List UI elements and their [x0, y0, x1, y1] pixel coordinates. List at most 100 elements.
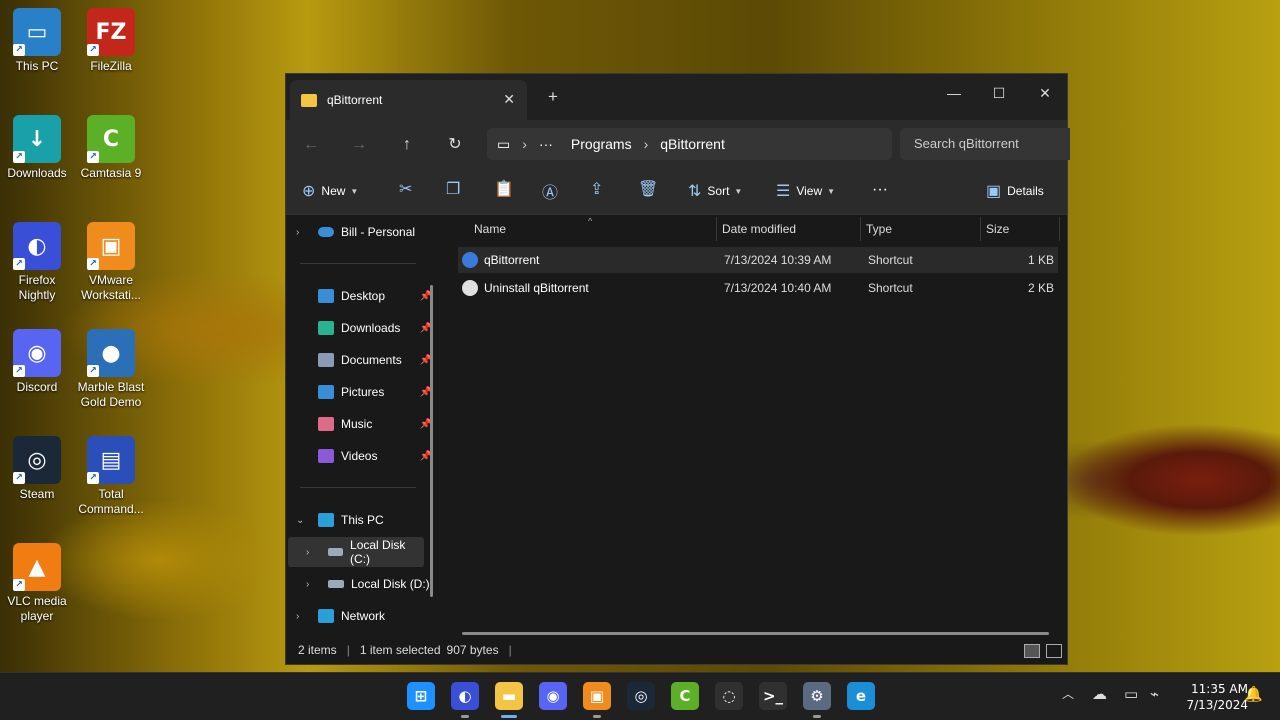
- share-icon[interactable]: ⇪: [590, 179, 603, 199]
- documents-icon: [318, 353, 334, 367]
- desktop-icon-discord[interactable]: ◉ ↗ Discord: [0, 329, 74, 395]
- navigation-pane: › Bill - Personal Desktop 📌 Downloads 📌 Docu…: [286, 215, 442, 636]
- sidebar-item-pictures[interactable]: Pictures 📌: [286, 377, 436, 407]
- new-tab-button[interactable]: +: [548, 87, 558, 107]
- taskbar-terminal-icon[interactable]: >_: [759, 682, 787, 710]
- taskbar-edge-icon[interactable]: e: [847, 682, 875, 710]
- up-button[interactable]: ↑: [392, 130, 422, 160]
- taskbar-firefox-icon[interactable]: ◐: [451, 682, 479, 710]
- selection-count: 1 item selected: [359, 643, 441, 657]
- chevron-right-icon: ›: [522, 136, 527, 152]
- chevron-right-icon: ›: [306, 578, 310, 590]
- file-type: Shortcut: [868, 281, 913, 295]
- taskbar-obs-icon[interactable]: ◌: [715, 682, 743, 710]
- horizontal-scrollbar[interactable]: [462, 632, 1049, 635]
- new-button[interactable]: ⊕ New ▼: [302, 181, 358, 201]
- copy-icon[interactable]: ❐: [446, 179, 460, 199]
- desktop-icon-marble-blast-gold-demo[interactable]: ● ↗ Marble Blast Gold Demo: [74, 329, 148, 410]
- rename-icon[interactable]: Ⓐ: [542, 179, 558, 203]
- sort-arrow-icon: ^: [588, 216, 593, 226]
- chevron-up-icon[interactable]: ︿: [1062, 685, 1074, 702]
- taskbar-vmware-icon[interactable]: ▣: [583, 682, 611, 710]
- sidebar-item-music[interactable]: Music 📌: [286, 409, 436, 439]
- more-options-button[interactable]: ···: [872, 181, 888, 199]
- back-button[interactable]: ←: [296, 130, 326, 160]
- taskbar-explorer-icon[interactable]: ▬: [495, 682, 523, 710]
- refresh-button[interactable]: ↻: [440, 130, 470, 160]
- cut-icon[interactable]: ✂: [399, 179, 412, 199]
- column-header-type[interactable]: Type: [866, 215, 892, 243]
- tab-qbittorrent[interactable]: qBittorrent ✕: [290, 80, 527, 120]
- sidebar-item-local-disk-d[interactable]: › Local Disk (D:): [286, 569, 436, 599]
- column-header-size[interactable]: Size: [986, 215, 1009, 243]
- notification-bell-icon[interactable]: 🔔: [1244, 685, 1263, 703]
- shortcut-arrow-icon: ↗: [13, 151, 25, 163]
- desktop-icon-label: Steam: [19, 487, 55, 501]
- tiles-view-icon[interactable]: [1046, 644, 1062, 658]
- sidebar-item-local-disk-c[interactable]: › Local Disk (C:): [288, 537, 424, 567]
- minimize-button[interactable]: —: [931, 78, 977, 108]
- view-button[interactable]: ☰ View ▼: [776, 181, 835, 201]
- paste-icon[interactable]: 📋: [494, 179, 514, 199]
- column-divider[interactable]: [980, 217, 981, 241]
- vmware-workstati-icon: ▣ ↗: [87, 222, 135, 270]
- sidebar-item-videos[interactable]: Videos 📌: [286, 441, 436, 471]
- close-window-button[interactable]: ✕: [1022, 78, 1068, 108]
- vlc-media-player-icon: ▲ ↗: [13, 543, 61, 591]
- desktop-icon-firefox-nightly[interactable]: ◐ ↗ Firefox Nightly: [0, 222, 74, 303]
- search-input[interactable]: Search qBittorrent: [900, 128, 1070, 160]
- delete-icon[interactable]: 🗑: [638, 179, 658, 199]
- clock-date: 7/13/2024: [1186, 698, 1248, 712]
- cloud-icon[interactable]: ☁: [1092, 685, 1107, 703]
- taskbar-settings-icon[interactable]: ⚙: [803, 682, 831, 710]
- chevron-right-icon: ›: [306, 546, 310, 558]
- sort-button[interactable]: ⇅ Sort ▼: [688, 181, 742, 201]
- desktop-icon-filezilla[interactable]: FZ ↗ FileZilla: [74, 8, 148, 74]
- desktop-icon-label: Firefox Nightly: [18, 273, 56, 302]
- close-tab-icon[interactable]: ✕: [503, 91, 515, 108]
- column-header-name[interactable]: Name: [474, 215, 506, 243]
- sidebar-item-documents[interactable]: Documents 📌: [286, 345, 436, 375]
- sidebar-item-personal[interactable]: › Bill - Personal: [286, 217, 436, 247]
- column-divider[interactable]: [860, 217, 861, 241]
- desktop-icon: [318, 289, 334, 303]
- breadcrumb-programs[interactable]: Programs: [571, 136, 632, 152]
- details-view-icon[interactable]: [1024, 644, 1040, 658]
- desktop-icon-downloads[interactable]: ↓ ↗ Downloads: [0, 115, 74, 181]
- display-icon[interactable]: ▭: [1124, 685, 1138, 703]
- taskbar-steam-icon[interactable]: ◎: [627, 682, 655, 710]
- taskbar-discord-icon[interactable]: ◉: [539, 682, 567, 710]
- desktop-icon-steam[interactable]: ◎ ↗ Steam: [0, 436, 74, 502]
- breadcrumb-qbittorrent[interactable]: qBittorrent: [660, 136, 725, 152]
- address-bar[interactable]: ▭ › ··· Programs › qBittorrent: [487, 128, 892, 160]
- sidebar-item-network[interactable]: › Network: [286, 601, 436, 631]
- column-header-date[interactable]: Date modified: [722, 215, 796, 243]
- filezilla-icon: FZ ↗: [87, 8, 135, 56]
- sidebar-item-desktop[interactable]: Desktop 📌: [286, 281, 436, 311]
- desktop-icon-vlc-media-player[interactable]: ▲ ↗ VLC media player: [0, 543, 74, 624]
- ellipsis-icon[interactable]: ···: [539, 136, 553, 152]
- network-icon[interactable]: ⌁: [1150, 685, 1159, 703]
- desktop-icon-this-pc[interactable]: ▭ ↗ This PC: [0, 8, 74, 74]
- desktop-icon-total-command[interactable]: ▤ ↗ Total Command...: [74, 436, 148, 517]
- file-row[interactable]: qBittorrent 7/13/2024 10:39 AM Shortcut 1 K…: [458, 247, 1058, 273]
- maximize-button[interactable]: ☐: [976, 78, 1022, 108]
- desktop-icon-vmware-workstati[interactable]: ▣ ↗ VMware Workstati...: [74, 222, 148, 303]
- file-row[interactable]: Uninstall qBittorrent 7/13/2024 10:40 AM S…: [458, 275, 1058, 301]
- chevron-down-icon: ▼: [734, 186, 743, 196]
- sidebar-item-label: Desktop: [341, 289, 386, 303]
- sidebar-item-this-pc[interactable]: ⌄ This PC: [286, 505, 436, 535]
- sidebar-scrollbar[interactable]: [430, 285, 433, 597]
- taskbar-camtasia-icon[interactable]: C: [671, 682, 699, 710]
- forward-button[interactable]: →: [344, 130, 374, 160]
- shortcut-arrow-icon: ↗: [87, 258, 99, 270]
- taskbar-start-icon[interactable]: ⊞: [407, 682, 435, 710]
- column-divider[interactable]: [716, 217, 717, 241]
- details-button[interactable]: ▣ Details: [986, 181, 1044, 201]
- desktop-icon-camtasia-9[interactable]: C ↗ Camtasia 9: [74, 115, 148, 181]
- column-divider[interactable]: [1059, 217, 1060, 241]
- clock[interactable]: 11:35 AM 7/13/2024: [1186, 681, 1248, 713]
- command-bar: ⊕ New ▼ ✂ ❐ 📋 Ⓐ ⇪ 🗑 ⇅ Sort ▼ ☰ View ▼ ··· ▣ Det…: [286, 168, 1067, 215]
- sidebar-item-downloads[interactable]: Downloads 📌: [286, 313, 436, 343]
- shortcut-arrow-icon: ↗: [13, 472, 25, 484]
